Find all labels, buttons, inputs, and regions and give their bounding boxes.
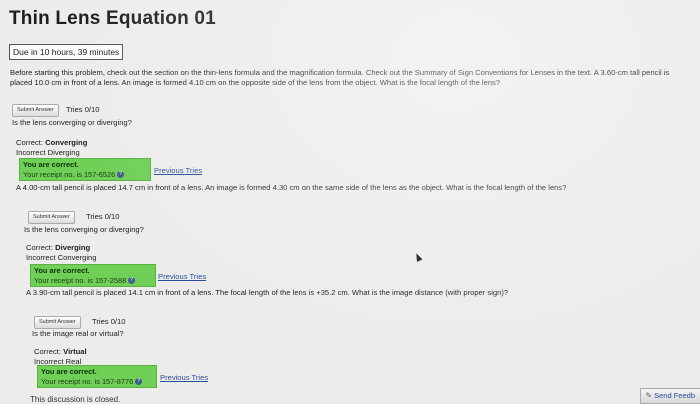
correct-answer: Diverging [55, 243, 91, 252]
question-text: Is the lens converging or diverging? [24, 225, 144, 234]
tries-counter: Tries 0/10 [66, 105, 100, 114]
answer-result: Correct: Converging Incorrect Diverging [16, 138, 87, 157]
correct-feedback-box: You are correct. Your receipt no. is 157… [37, 365, 157, 388]
correct-message: You are correct. [23, 160, 79, 169]
receipt-number: Your receipt no. is 157-8776 [41, 376, 134, 386]
incorrect-answer: Incorrect Diverging [16, 147, 80, 157]
send-feedback-label: Send Feedb [654, 391, 695, 400]
correct-feedback-box: You are correct. Your receipt no. is 157… [19, 158, 151, 181]
receipt-number: Your receipt no. is 157-6526 [23, 169, 116, 179]
receipt-number: Your receipt no. is 157-2588 [34, 275, 127, 285]
submit-answer-button[interactable]: Submit Answer [28, 211, 75, 224]
info-icon[interactable]: ? [117, 171, 125, 179]
discussion-closed-notice: This discussion is closed. [30, 395, 121, 403]
problem-intro: Before starting this problem, check out … [10, 68, 670, 87]
previous-tries-link[interactable]: Previous Tries [160, 373, 208, 382]
question-text: Is the lens converging or diverging? [12, 118, 132, 127]
problem-text: A 3.90-cm tall pencil is placed 14.1 cm … [26, 288, 509, 297]
info-icon[interactable]: ? [128, 277, 136, 285]
tries-counter: Tries 0/10 [92, 317, 126, 326]
send-feedback-button[interactable]: ✎ Send Feedb [640, 388, 700, 404]
correct-answer: Converging [45, 138, 88, 147]
tries-counter: Tries 0/10 [86, 212, 120, 221]
problem-text: A 4.00-cm tall pencil is placed 14.7 cm … [16, 183, 567, 192]
feedback-icon: ✎ [645, 391, 653, 400]
correct-label: Correct: [16, 138, 44, 147]
correct-feedback-box: You are correct. Your receipt no. is 157… [30, 264, 156, 287]
mouse-cursor-icon [413, 252, 423, 262]
question-text: Is the image real or virtual? [32, 329, 124, 338]
correct-label: Correct: [26, 243, 54, 252]
screen-glare [0, 0, 700, 403]
correct-answer: Virtual [63, 347, 87, 356]
due-notice: Due in 10 hours, 39 minutes [9, 44, 124, 60]
correct-message: You are correct. [34, 266, 90, 275]
assignment-page: Thin Lens Equation 01 Due in 10 hours, 3… [0, 0, 700, 404]
answer-result: Correct: Diverging Incorrect Converging [26, 243, 97, 262]
previous-tries-link[interactable]: Previous Tries [154, 166, 202, 175]
info-icon[interactable]: ? [135, 378, 143, 386]
correct-label: Correct: [34, 347, 62, 356]
answer-result: Correct: Virtual Incorrect Real [34, 347, 87, 366]
submit-answer-button[interactable]: Submit Answer [34, 316, 81, 329]
correct-message: You are correct. [41, 367, 97, 376]
submit-answer-button[interactable]: Submit Answer [12, 104, 59, 117]
incorrect-answer: Incorrect Converging [26, 252, 97, 262]
page-title: Thin Lens Equation 01 [9, 8, 216, 29]
previous-tries-link[interactable]: Previous Tries [158, 272, 206, 281]
